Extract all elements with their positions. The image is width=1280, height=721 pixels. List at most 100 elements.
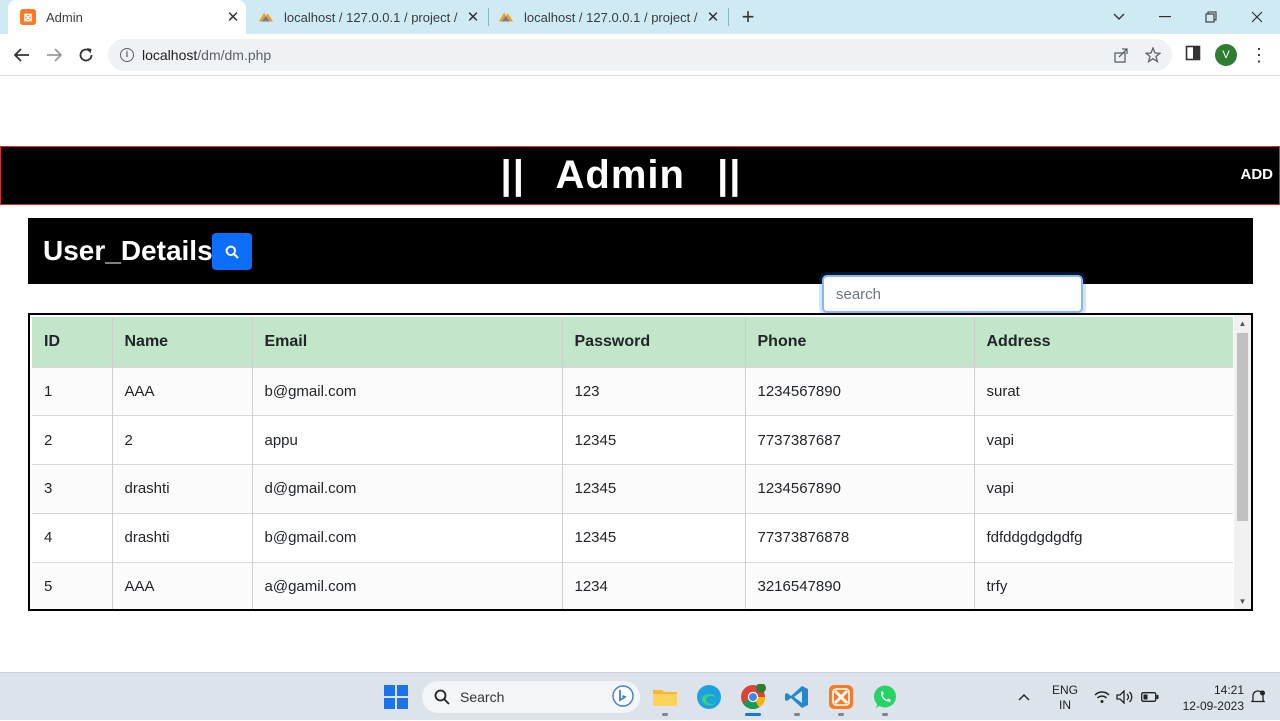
minimize-icon[interactable] [1142,0,1188,34]
column-header-email: Email [252,317,563,367]
clock-date: 12-09-2023 [1182,699,1244,713]
cell-name: AAA [112,367,253,416]
search-input[interactable] [822,275,1083,313]
column-header-password: Password [562,317,746,367]
add-button[interactable]: ADD [1241,166,1274,183]
back-arrow-icon[interactable] [7,40,37,70]
xampp-icon: ⊠ [20,9,36,25]
tab-admin[interactable]: ⊠ Admin ✕ [8,0,246,34]
cell-id: 1 [32,367,113,416]
search-button[interactable] [212,233,252,270]
scrollbar-thumb[interactable] [1237,333,1248,521]
table-row: 5 AAA a@gamil.com 1234 3216547890 trfy [32,562,1233,609]
cell-id: 4 [32,513,113,563]
cell-name: AAA [112,562,253,609]
cell-address: trfy [986,578,1008,596]
windows-start-icon[interactable] [384,685,408,709]
url-host: localhost [142,47,198,63]
close-icon[interactable]: ✕ [700,8,726,26]
scroll-up-arrow-icon[interactable]: ▲ [1238,319,1247,328]
whatsapp-icon[interactable] [871,683,899,711]
cell-email: b@gmail.com [252,513,563,563]
tab-separator [488,8,489,26]
cell-address: vapi [986,431,1015,449]
address-url: localhost/dm/dm.php [142,47,271,63]
cell-name: drashti [112,464,253,514]
battery-icon[interactable] [1141,673,1159,721]
vscode-icon[interactable] [783,683,811,711]
tab-title: Admin [46,9,83,25]
taskbar: Search ENG IN 14:21 12-09-2023 [0,672,1280,720]
file-explorer-icon[interactable] [651,683,679,711]
column-header-name: Name [112,317,253,367]
taskbar-search[interactable]: Search [422,681,640,713]
input-language[interactable]: ENG IN [1048,683,1082,713]
cell-password: 12345 [562,464,746,514]
clock-time: 14:21 [1213,683,1244,697]
tab-phpmyadmin-1[interactable]: localhost / 127.0.0.1 / project / pr ✕ [252,0,486,34]
new-tab-button[interactable]: + [736,4,760,30]
profile-avatar[interactable]: V [1215,44,1237,66]
scroll-down-arrow-icon[interactable]: ▼ [1238,597,1247,606]
cell-email: d@gmail.com [252,464,563,514]
search-icon [225,245,239,259]
cell-id: 5 [32,562,113,609]
share-icon[interactable] [1112,47,1130,65]
close-window-icon[interactable] [1234,0,1280,34]
table-scrollbar[interactable]: ▲ ▼ [1234,315,1251,609]
address-bar[interactable]: i localhost/dm/dm.php [108,39,1172,71]
column-header-phone: Phone [745,317,975,367]
tab-search-icon[interactable] [1096,0,1142,34]
users-table-container[interactable]: ID Name Email Password Phone Address 1 A… [28,313,1253,611]
tab-phpmyadmin-2[interactable]: localhost / 127.0.0.1 / project / re ✕ [492,0,726,34]
table-row: 3 drashti d@gmail.com 12345 1234567890 v… [32,464,1233,514]
column-header-id: ID [32,317,113,367]
column-header-address: Address [986,332,1051,350]
notification-icon[interactable] [1250,673,1266,721]
forward-arrow-icon[interactable] [39,40,69,70]
running-indicator [794,713,800,716]
bookmark-star-icon[interactable] [1144,46,1162,65]
menu-kebab-icon[interactable]: ⋮ [1250,44,1268,66]
cell-phone: 1234567890 [745,464,975,514]
side-panel-icon[interactable] [1185,45,1205,65]
cell-address: fdfddgdgdgdfg [986,529,1083,547]
cell-email: appu [252,415,563,465]
chrome-icon[interactable] [739,683,767,711]
cell-password: 12345 [562,415,746,465]
wifi-icon[interactable] [1094,673,1110,721]
tab-title: localhost / 127.0.0.1 / project / pr [284,9,460,25]
table-header-row: ID Name Email Password Phone Address [32,317,1233,367]
phpmyadmin-icon [258,9,274,25]
users-table: ID Name Email Password Phone Address 1 A… [32,317,1233,609]
cell-address: surat [986,382,1020,400]
volume-icon[interactable] [1116,673,1134,721]
table-row: 1 AAA b@gmail.com 123 1234567890 surat [32,367,1233,416]
browser-toolbar: i localhost/dm/dm.php V ⋮ [0,34,1280,76]
system-clock[interactable]: 14:21 12-09-2023 [1168,682,1244,714]
show-hidden-icons-chevron-icon[interactable] [1018,673,1030,721]
cell-name: 2 [112,415,253,465]
cell-address: vapi [986,480,1015,498]
cell-name: drashti [112,513,253,563]
cell-email: a@gamil.com [252,562,563,609]
taskbar-search-label: Search [460,689,505,705]
edge-icon[interactable] [695,683,723,711]
running-indicator [838,713,844,716]
reload-icon[interactable] [71,40,101,70]
cell-password: 1234 [562,562,746,609]
bing-icon[interactable] [612,684,634,710]
close-icon[interactable]: ✕ [220,8,246,26]
close-icon[interactable]: ✕ [460,8,486,26]
cell-phone: 3216547890 [745,562,975,609]
xampp-icon[interactable] [827,683,855,711]
lang-code: ENG [1051,683,1078,697]
running-indicator [662,713,668,716]
cell-email: b@gmail.com [252,367,563,416]
cell-phone: 1234567890 [745,367,975,416]
cell-id: 3 [32,464,113,514]
restore-icon[interactable] [1188,0,1234,34]
site-info-icon[interactable]: i [120,48,134,62]
cell-phone: 77373876878 [745,513,975,563]
admin-header: || Admin || ADD [0,146,1280,205]
